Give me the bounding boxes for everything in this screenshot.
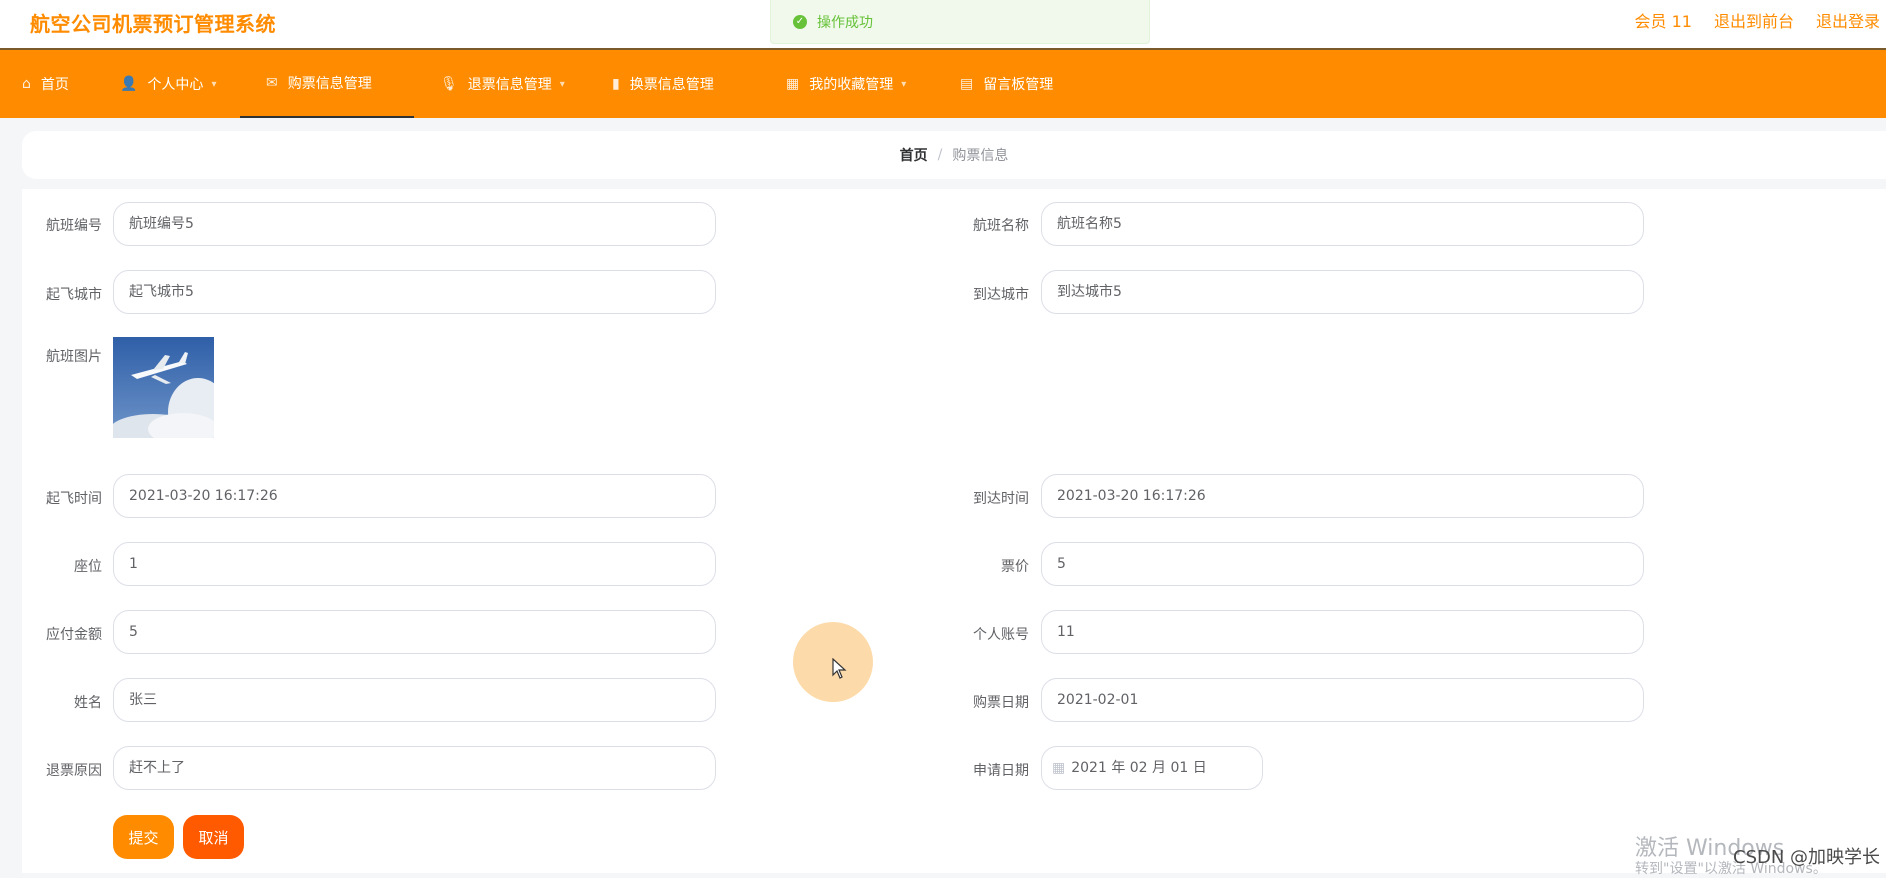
price-input[interactable]: 5 (1041, 542, 1644, 586)
main-nav: ⌂ 首页 👤 个人中心 ▾ ✉ 购票信息管理 🎙 退票信息管理 ▾ ▮ 换票信息… (0, 48, 1886, 118)
calendar-icon: ▦ (1052, 760, 1066, 776)
from-city-input[interactable]: 起飞城市5 (113, 270, 716, 314)
amount-due-input[interactable]: 5 (113, 610, 716, 654)
app-title: 航空公司机票预订管理系统 (30, 12, 276, 36)
bar-chart-icon: ▮ (612, 76, 620, 92)
from-city-label: 起飞城市 (46, 287, 102, 303)
toast-message: 操作成功 (817, 14, 873, 31)
seat-label: 座位 (74, 559, 102, 575)
apply-date-label: 申请日期 (973, 763, 1029, 779)
nav-item-home[interactable]: ⌂ 首页 (22, 50, 69, 118)
submit-button[interactable]: 提交 (113, 815, 174, 859)
flight-image-label: 航班图片 (46, 349, 102, 365)
back-to-front-link[interactable]: 退出到前台 (1714, 8, 1794, 32)
nav-item-exchange[interactable]: ▮ 换票信息管理 (612, 50, 714, 118)
apply-date-picker[interactable]: ▦ 2021 年 02 月 01 日 (1041, 746, 1263, 790)
breadcrumb-current: 购票信息 (952, 148, 1009, 164)
nav-item-refund[interactable]: 🎙 退票信息管理 ▾ (440, 50, 565, 118)
logout-link[interactable]: 退出登录 (1816, 8, 1880, 32)
nav-label: 首页 (40, 77, 69, 93)
nav-item-messages[interactable]: ▤ 留言板管理 (960, 50, 1053, 118)
seat-input[interactable]: 1 (113, 542, 716, 586)
nav-label: 退票信息管理 (467, 77, 552, 93)
chevron-down-icon: ▾ (211, 78, 217, 90)
cancel-button[interactable]: 取消 (183, 815, 244, 859)
success-toast: ✓ 操作成功 (770, 0, 1150, 44)
arrive-time-input[interactable]: 2021-03-20 16:17:26 (1041, 474, 1644, 518)
flight-image (113, 337, 214, 438)
csdn-watermark: CSDN @加映学长 (1733, 847, 1881, 868)
depart-time-input[interactable]: 2021-03-20 16:17:26 (113, 474, 716, 518)
arrive-time-label: 到达时间 (973, 491, 1029, 507)
home-icon: ⌂ (22, 76, 31, 92)
flight-name-label: 航班名称 (973, 218, 1029, 234)
user-icon: 👤 (120, 76, 138, 92)
apply-date-value: 2021 年 02 月 01 日 (1071, 760, 1207, 776)
price-label: 票价 (1001, 559, 1029, 575)
nav-label: 留言板管理 (983, 77, 1054, 93)
amount-due-label: 应付金额 (46, 627, 102, 643)
mail-icon: ✉ (266, 75, 278, 91)
nav-item-purchase[interactable]: ✉ 购票信息管理 (240, 50, 414, 118)
flight-no-input[interactable]: 航班编号5 (113, 202, 716, 246)
purchase-date-label: 购票日期 (973, 695, 1029, 711)
account-input[interactable]: 11 (1041, 610, 1644, 654)
nav-label: 我的收藏管理 (809, 77, 894, 93)
to-city-input[interactable]: 到达城市5 (1041, 270, 1644, 314)
microphone-icon: 🎙 (440, 76, 458, 92)
flight-name-input[interactable]: 航班名称5 (1041, 202, 1644, 246)
clipboard-icon: ▤ (960, 76, 974, 92)
breadcrumb-separator: / (937, 147, 943, 163)
name-input[interactable]: 张三 (113, 678, 716, 722)
depart-time-label: 起飞时间 (46, 491, 102, 507)
purchase-date-input[interactable]: 2021-02-01 (1041, 678, 1644, 722)
name-label: 姓名 (74, 695, 102, 711)
breadcrumb: 首页 / 购票信息 (22, 131, 1886, 179)
nav-label: 购票信息管理 (287, 76, 372, 92)
refund-reason-input[interactable]: 赶不上了 (113, 746, 716, 790)
user-menu: 会员 11 退出到前台 退出登录 (1635, 8, 1886, 32)
nav-label: 换票信息管理 (629, 77, 714, 93)
nav-item-favorites[interactable]: ▦ 我的收藏管理 ▾ (786, 50, 906, 118)
grid-icon: ▦ (786, 76, 800, 92)
chevron-down-icon: ▾ (559, 78, 565, 90)
breadcrumb-home[interactable]: 首页 (900, 145, 928, 165)
flight-no-label: 航班编号 (46, 218, 102, 234)
mouse-pointer-icon (832, 657, 848, 684)
account-label: 个人账号 (973, 627, 1029, 643)
nav-item-profile[interactable]: 👤 个人中心 ▾ (120, 50, 216, 118)
member-name[interactable]: 会员 11 (1635, 8, 1692, 32)
nav-label: 个人中心 (147, 77, 204, 93)
refund-reason-label: 退票原因 (46, 763, 102, 779)
chevron-down-icon: ▾ (901, 78, 907, 90)
to-city-label: 到达城市 (973, 287, 1029, 303)
check-circle-icon: ✓ (793, 14, 807, 29)
